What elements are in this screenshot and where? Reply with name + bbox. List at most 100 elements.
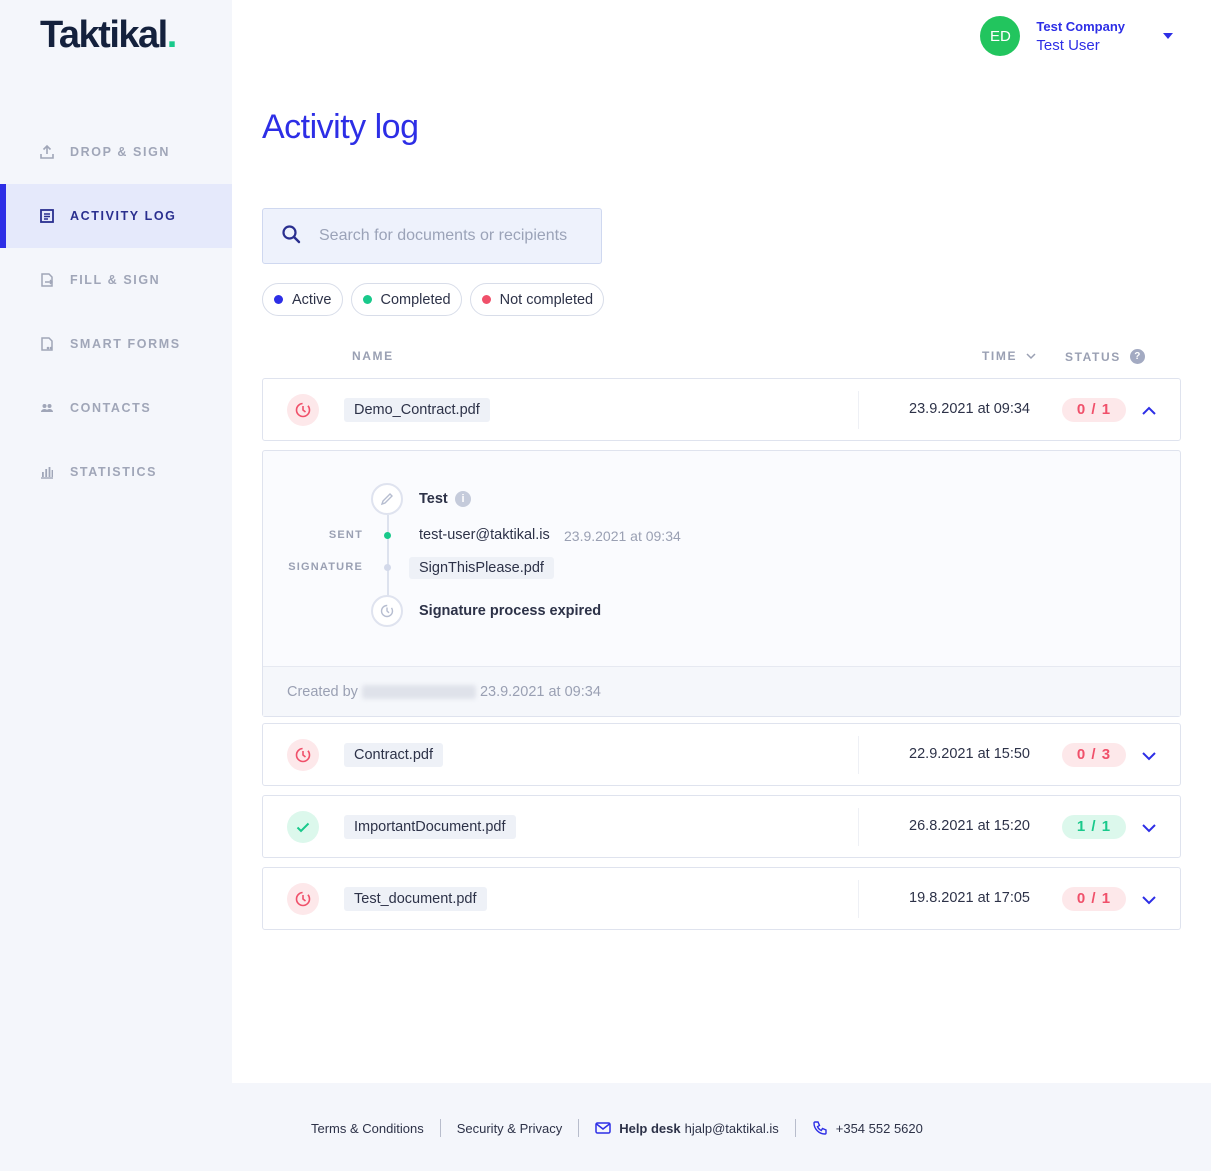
- table-row[interactable]: ImportantDocument.pdf 26.8.2021 at 15:20…: [262, 795, 1181, 858]
- filter-label: Completed: [380, 291, 451, 308]
- table-row[interactable]: Demo_Contract.pdf 23.9.2021 at 09:34 0 /…: [262, 378, 1181, 441]
- helpdesk-label: Help desk: [619, 1120, 681, 1136]
- search-icon: [281, 224, 301, 249]
- sidebar-item-label: STATISTICS: [70, 465, 158, 479]
- sent-label: SENT: [328, 529, 363, 541]
- document-name[interactable]: Demo_Contract.pdf: [344, 398, 490, 422]
- taktikal-logo[interactable]: Taktikal.: [40, 14, 177, 57]
- chevron-up-icon[interactable]: [1140, 402, 1158, 420]
- phone-number[interactable]: +354 552 5620: [836, 1121, 923, 1136]
- recipient-email: test-user@taktikal.is: [419, 527, 550, 543]
- status-badge: 0 / 3: [1062, 743, 1126, 767]
- sidebar-item-drop-sign[interactable]: DROP & SIGN: [0, 120, 232, 184]
- timeline-line: [387, 515, 389, 597]
- terms-link[interactable]: Terms & Conditions: [311, 1121, 424, 1136]
- completed-dot-icon: [362, 295, 372, 304]
- document-name[interactable]: Contract.pdf: [344, 743, 443, 767]
- sent-dot-icon: [384, 532, 391, 539]
- mail-icon: [595, 1122, 611, 1134]
- avatar[interactable]: ED: [980, 16, 1021, 56]
- filter-label: Not completed: [499, 291, 594, 308]
- created-by-label: Created by: [287, 683, 358, 700]
- signature-file[interactable]: SignThisPlease.pdf: [409, 557, 554, 579]
- recipient-name: Test: [419, 491, 448, 507]
- company-name: Test Company: [1036, 18, 1125, 34]
- sidebar-item-label: FILL & SIGN: [70, 273, 161, 287]
- filter-not-completed[interactable]: Not completed: [469, 283, 605, 316]
- info-icon[interactable]: i: [455, 491, 471, 507]
- table-row[interactable]: Contract.pdf 22.9.2021 at 15:50 0 / 3: [262, 723, 1181, 786]
- search-input[interactable]: [319, 227, 599, 245]
- sidebar-item-label: ACTIVITY LOG: [70, 209, 177, 223]
- sent-time: 23.9.2021 at 09:34: [564, 528, 681, 544]
- blurred-creator-name: [361, 684, 476, 699]
- column-header-name: NAME: [352, 349, 394, 363]
- footer-links: Terms & Conditions Security & Privacy He…: [311, 1119, 923, 1137]
- status-filters: Active Completed Not completed: [262, 283, 605, 316]
- chevron-down-icon[interactable]: [1140, 891, 1158, 909]
- status-badge: 0 / 1: [1062, 887, 1126, 911]
- statistics-icon: [38, 463, 56, 481]
- help-icon[interactable]: ?: [1129, 349, 1145, 364]
- phone-icon: [812, 1120, 828, 1136]
- upload-icon: [38, 143, 56, 161]
- checkmark-icon: [287, 811, 319, 843]
- signature-label: SIGNATURE: [288, 561, 363, 573]
- sidebar-item-label: SMART FORMS: [70, 337, 181, 351]
- document-time: 23.9.2021 at 09:34: [909, 401, 1030, 417]
- sidebar-item-contacts[interactable]: CONTACTS: [0, 376, 232, 440]
- search-box[interactable]: [262, 208, 602, 264]
- sidebar-item-fill-sign[interactable]: FILL & SIGN: [0, 248, 232, 312]
- user-menu[interactable]: ED Test Company Test User: [980, 16, 1173, 56]
- document-time: 26.8.2021 at 15:20: [909, 818, 1030, 834]
- chevron-down-icon[interactable]: [1140, 747, 1158, 765]
- expired-clock-icon: [371, 595, 403, 627]
- document-time: 19.8.2021 at 17:05: [909, 890, 1030, 906]
- page-title: Activity log: [262, 108, 419, 146]
- filter-active[interactable]: Active: [262, 283, 343, 316]
- sidebar-item-activity-log[interactable]: ACTIVITY LOG: [0, 184, 232, 248]
- chevron-down-icon: [1026, 352, 1036, 360]
- divider: [858, 808, 859, 846]
- divider: [439, 1119, 441, 1137]
- smart-forms-icon: [38, 335, 56, 353]
- sidebar-item-smart-forms[interactable]: SMART FORMS: [0, 312, 232, 376]
- expired-clock-icon: [287, 739, 319, 771]
- created-time: 23.9.2021 at 09:34: [479, 683, 601, 700]
- not-completed-dot-icon: [481, 295, 491, 304]
- sidebar-item-label: CONTACTS: [70, 401, 152, 415]
- column-header-label: STATUS: [1065, 349, 1121, 364]
- filter-label: Active: [292, 291, 332, 308]
- sidebar-item-statistics[interactable]: STATISTICS: [0, 440, 232, 504]
- divider: [858, 880, 859, 918]
- sidebar: Taktikal. DROP & SIGN ACTIVITY LOG FILL …: [0, 0, 232, 1083]
- status-badge: 0 / 1: [1062, 398, 1126, 422]
- active-dot-icon: [274, 295, 283, 304]
- filter-completed[interactable]: Completed: [350, 283, 462, 316]
- divider: [578, 1119, 580, 1137]
- contacts-icon: [38, 399, 56, 417]
- table-row[interactable]: Test_document.pdf 19.8.2021 at 17:05 0 /…: [262, 867, 1181, 930]
- document-name[interactable]: Test_document.pdf: [344, 887, 487, 911]
- footer: Terms & Conditions Security & Privacy He…: [0, 1083, 1211, 1171]
- user-info: Test Company Test User: [1036, 19, 1125, 54]
- expired-text: Signature process expired: [419, 603, 602, 619]
- signature-dot-icon: [384, 564, 391, 571]
- caret-down-icon[interactable]: [1163, 33, 1173, 39]
- chevron-down-icon[interactable]: [1140, 819, 1158, 837]
- column-header-status: STATUS ?: [1065, 349, 1145, 364]
- activity-log-icon: [38, 207, 56, 225]
- expired-clock-icon: [287, 883, 319, 915]
- column-header-label: TIME: [982, 349, 1018, 363]
- security-link[interactable]: Security & Privacy: [457, 1121, 562, 1136]
- document-name[interactable]: ImportantDocument.pdf: [344, 815, 516, 839]
- column-header-time[interactable]: TIME: [982, 349, 1036, 363]
- sidebar-nav: DROP & SIGN ACTIVITY LOG FILL & SIGN SMA…: [0, 120, 232, 504]
- expired-clock-icon: [287, 394, 319, 426]
- document-time: 22.9.2021 at 15:50: [909, 746, 1030, 762]
- divider: [858, 736, 859, 774]
- pencil-icon: [371, 483, 403, 515]
- helpdesk-email-link[interactable]: hjalp@taktikal.is: [685, 1121, 779, 1136]
- sidebar-item-label: DROP & SIGN: [70, 145, 171, 159]
- fill-sign-icon: [38, 271, 56, 289]
